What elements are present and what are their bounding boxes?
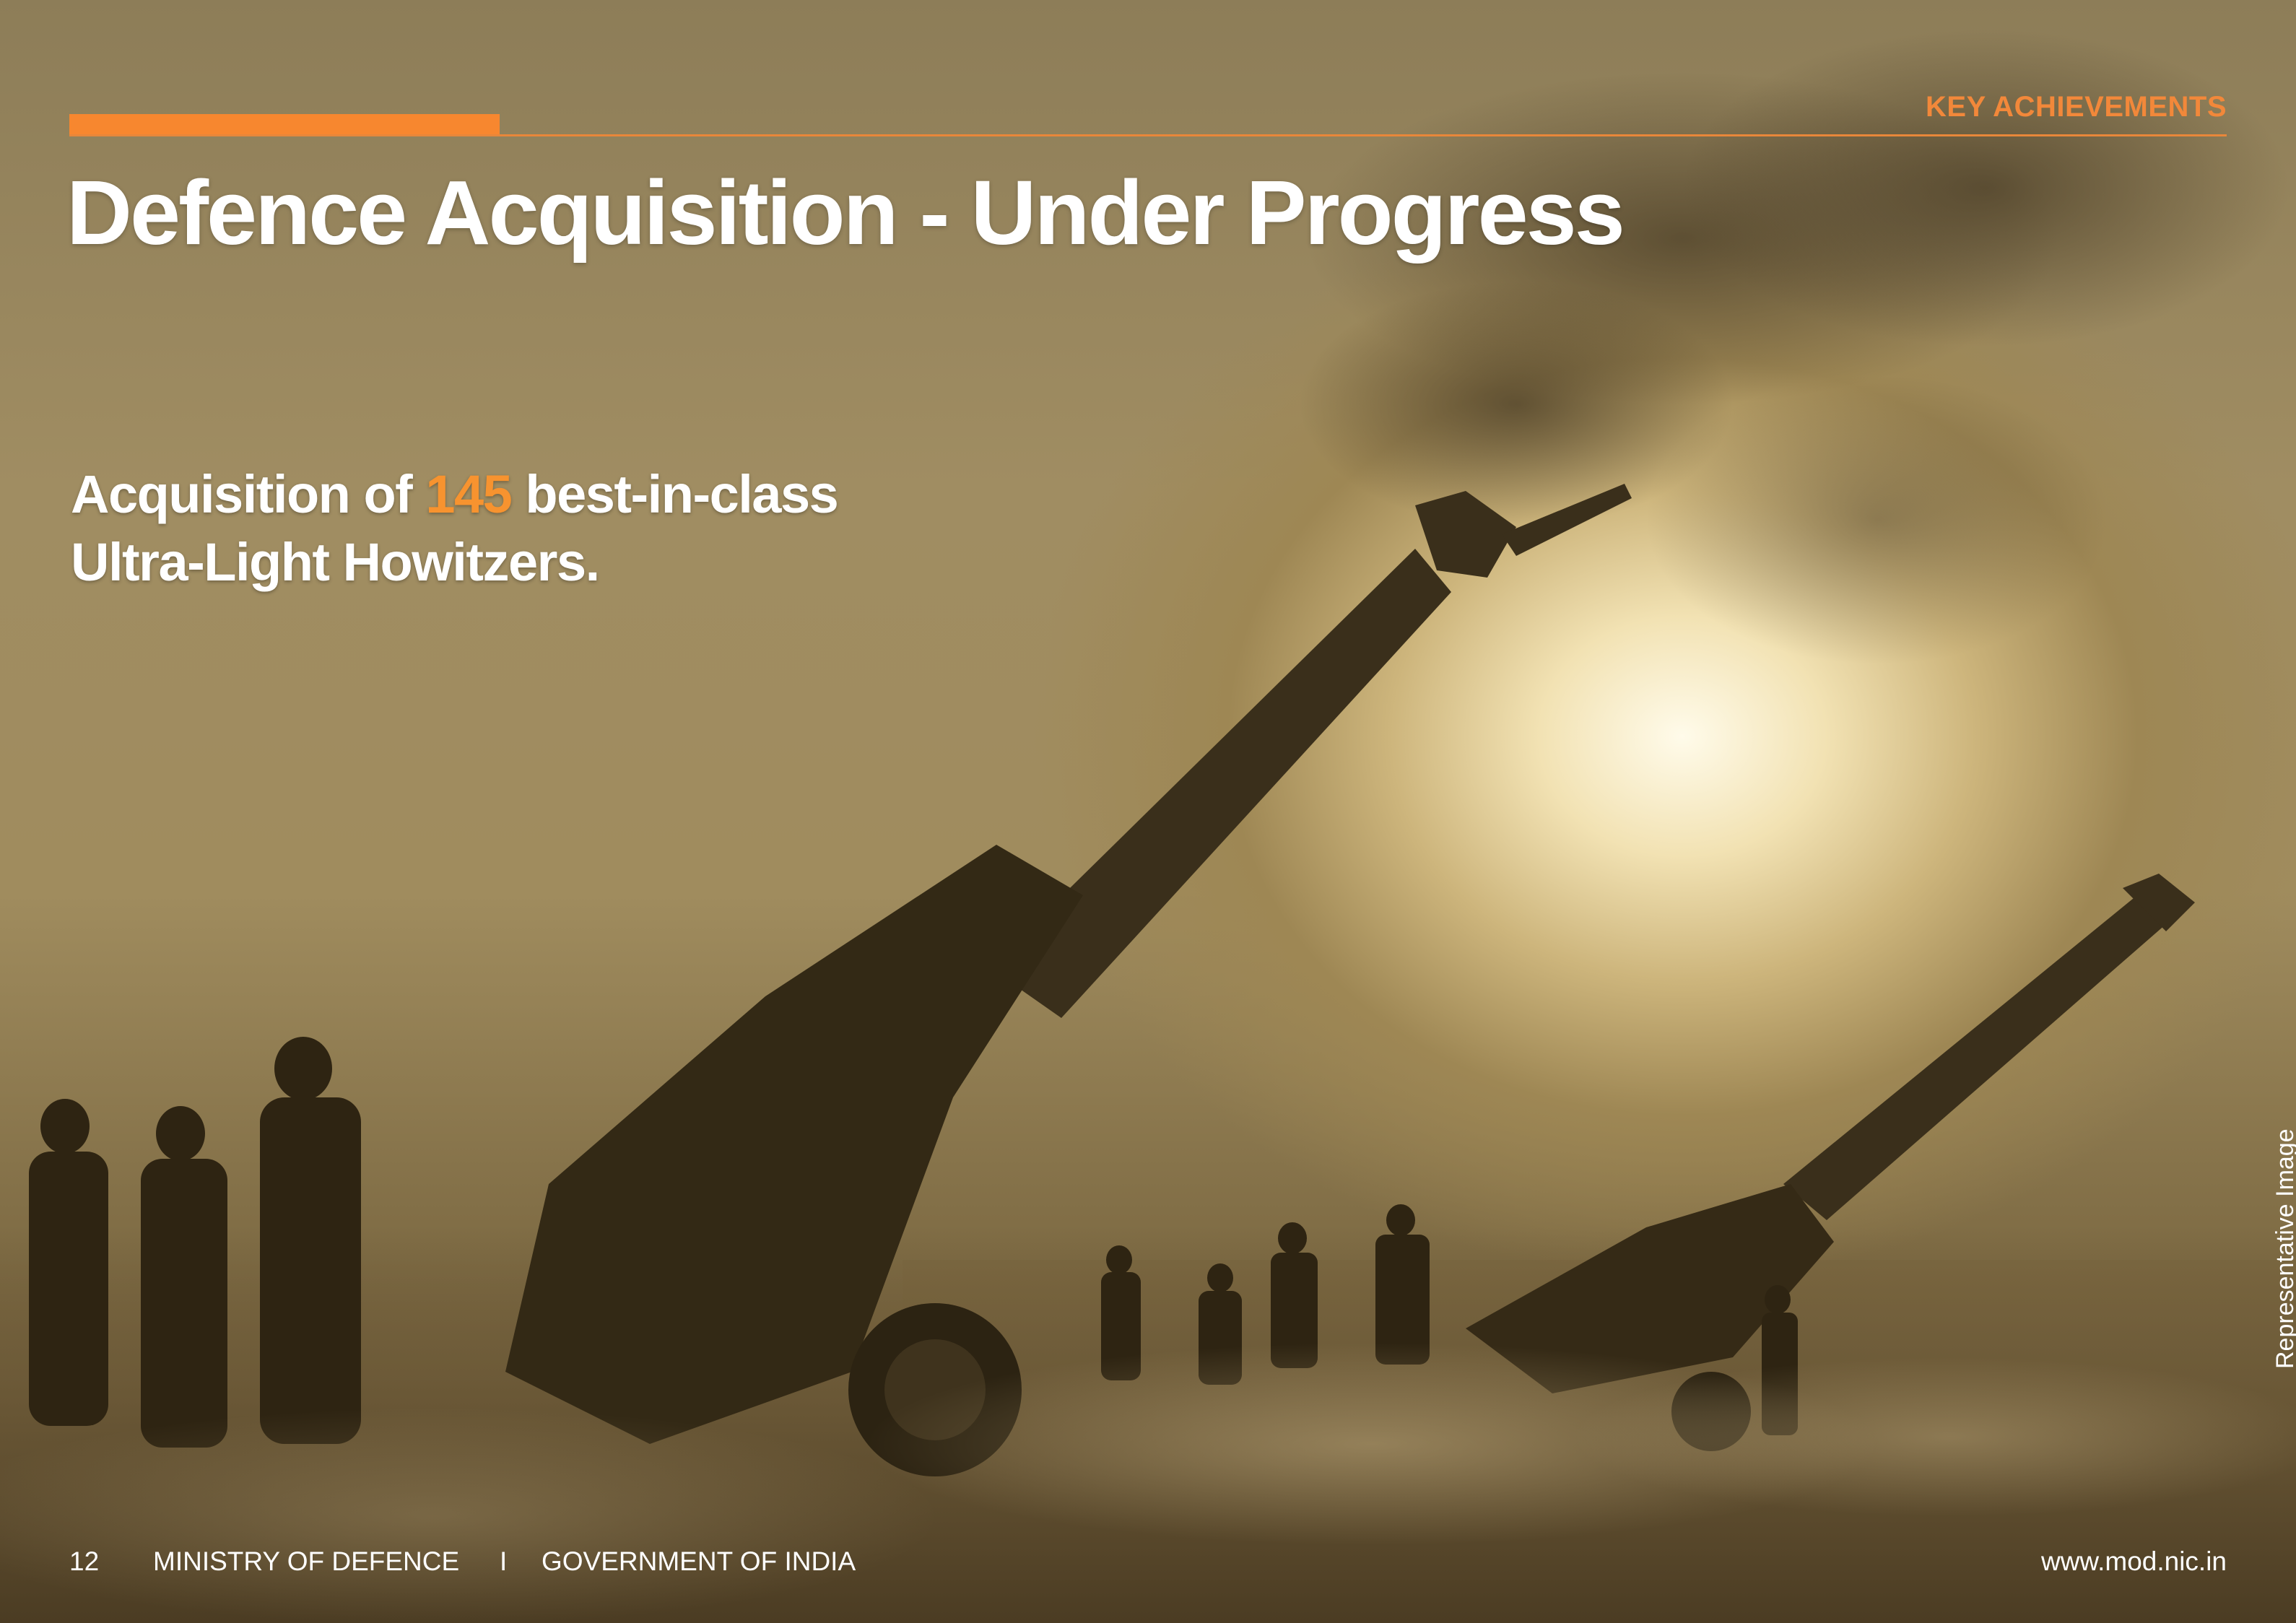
footer-separator: I	[500, 1546, 508, 1576]
header-accent-bar	[69, 114, 500, 134]
headline-line2: Ultra-Light Howitzers.	[71, 532, 600, 592]
headline: Acquisition of 145 best-in-class Ultra-Li…	[71, 461, 839, 596]
headline-suffix: best-in-class	[511, 464, 838, 524]
page-title: Defence Acquisition - Under Progress	[66, 162, 1625, 264]
section-label: KEY ACHIEVEMENTS	[1926, 91, 2227, 123]
page-number: 12	[69, 1546, 100, 1576]
representative-image-caption: Representative Image	[2271, 1128, 2296, 1369]
headline-prefix: Acquisition of	[71, 464, 426, 524]
footer-website-link[interactable]: www.mod.nic.in	[2041, 1546, 2227, 1577]
footer: 12 MINISTRY OF DEFENCE I GOVERNMENT OF I…	[0, 1546, 2296, 1584]
footer-government: GOVERNMENT OF INDIA	[542, 1546, 856, 1576]
headline-number: 145	[425, 464, 512, 524]
page: KEY ACHIEVEMENTS Defence Acquisition - U…	[0, 0, 2296, 1623]
footer-ministry: MINISTRY OF DEFENCE	[153, 1546, 460, 1576]
header-rule	[69, 134, 2227, 136]
